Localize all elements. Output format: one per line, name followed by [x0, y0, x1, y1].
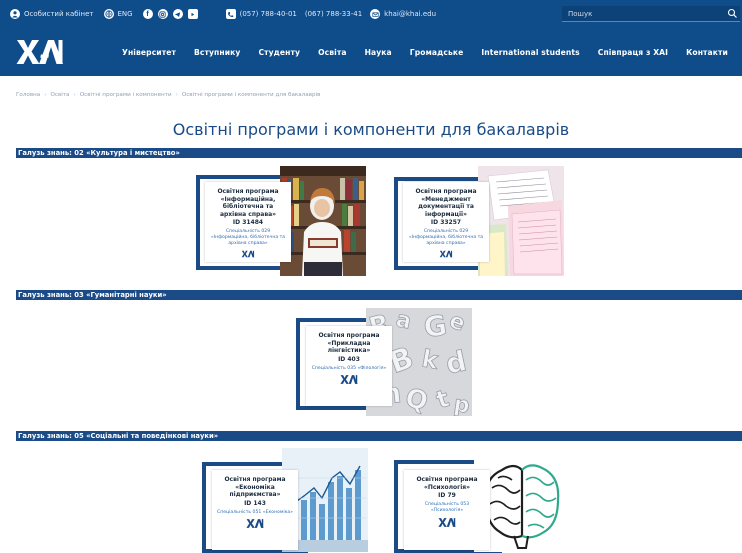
breadcrumb-home[interactable]: Головна [16, 92, 40, 98]
nav-item-student[interactable]: Студенту [249, 48, 309, 57]
card-code: ID 31484 [232, 219, 264, 226]
card-title: Освітня програма «Менеджмент документаці… [415, 188, 477, 218]
phone-1-link[interactable]: (057) 788-40-01 [225, 9, 297, 19]
facebook-icon[interactable]: f [142, 9, 153, 19]
nav-item-public[interactable]: Громадське [401, 48, 473, 57]
breadcrumb-separator: › [73, 92, 76, 98]
khai-logo-icon [438, 518, 456, 527]
breadcrumb-separator: › [44, 92, 47, 98]
section-header-culture: Галузь знань: 02 «Культура і мистецтво» [16, 148, 742, 158]
card-code: ID 403 [338, 355, 360, 363]
card-panel: Освітня програма «Менеджмент документаці… [403, 182, 489, 262]
search-placeholder: Пошук [568, 9, 593, 18]
card-title: Освітня програма «Економіка підприємства… [224, 476, 286, 498]
breadcrumb: Головна › Освіта › Освітні програми і ко… [16, 92, 320, 98]
card-photo-library [280, 166, 366, 276]
phone-1-text: (057) 788-40-01 [239, 10, 297, 18]
khai-logo-icon [439, 250, 453, 258]
khai-logo-icon [241, 250, 255, 258]
phone-2-link[interactable]: (067) 788-33-41 [305, 9, 362, 19]
nav-item-university[interactable]: Університет [113, 48, 185, 57]
khai-logo[interactable] [16, 37, 64, 67]
svg-text:G: G [422, 308, 449, 344]
phone-icon [225, 9, 236, 19]
card-title: Освітня програма «Психологія» [416, 476, 478, 491]
email-text: khai@khai.edu [384, 10, 437, 18]
khai-logo-icon [340, 375, 358, 385]
social-links: f [142, 9, 198, 19]
section-header-humanities: Галузь знань: 03 «Гуманітарні науки» [16, 290, 742, 300]
card-specialty: Спеціальність 029 «Інформаційна, бібліот… [210, 229, 286, 246]
card-panel: Освітня програма «Інформаційна, бібліоте… [205, 182, 291, 262]
nav-item-cooperation[interactable]: Співпраця з ХАІ [589, 48, 677, 57]
language-switch[interactable]: ENG [103, 9, 133, 19]
main-navbar: Університет Вступнику Студенту Освіта На… [0, 28, 742, 76]
nav-item-science[interactable]: Наука [356, 48, 401, 57]
contact-info: (057) 788-40-01 (067) 788-33-41 khai@kha… [225, 9, 436, 19]
telegram-icon[interactable] [172, 9, 183, 19]
card-photo-documents [478, 166, 564, 276]
youtube-icon[interactable] [187, 9, 198, 19]
card-title: Освітня програма «Інформаційна, бібліоте… [217, 188, 279, 218]
nav-item-international[interactable]: International students [472, 48, 588, 57]
page-title: Освітні програми і компоненти для бакала… [172, 120, 570, 139]
breadcrumb-programs[interactable]: Освітні програми і компоненти [80, 92, 172, 98]
nav-item-contacts[interactable]: Контакти [677, 48, 737, 57]
card-title: Освітня програма «Прикладна лінгвістика» [318, 332, 380, 354]
card-specialty: Спеціальність 029 «Інформаційна, бібліот… [408, 229, 484, 246]
section-header-social: Галузь знань: 05 «Соціальні та поведінко… [16, 431, 742, 441]
main-nav: Університет Вступнику Студенту Освіта На… [113, 28, 737, 76]
language-label: ENG [117, 10, 133, 18]
card-specialty: Спеціальність 053 «Психологія» [424, 502, 470, 513]
nav-item-applicant[interactable]: Вступнику [185, 48, 249, 57]
user-icon [10, 9, 20, 19]
card-panel: Освітня програма «Економіка підприємства… [212, 470, 298, 550]
card-specialty: Спеціальність 035 «Філологія» [311, 365, 387, 371]
card-panel: Освітня програма «Психологія» ID 79 Спец… [404, 470, 490, 550]
svg-text:p: p [452, 392, 471, 416]
instagram-icon[interactable] [157, 9, 168, 19]
phone-2-text: (067) 788-33-41 [304, 10, 363, 18]
card-code: ID 79 [438, 492, 456, 499]
search-icon[interactable] [727, 8, 738, 19]
breadcrumb-education[interactable]: Освіта [50, 92, 69, 98]
search-input[interactable]: Пошук [562, 6, 740, 22]
card-code: ID 143 [244, 499, 266, 507]
card-panel: Освітня програма «Прикладна лінгвістика»… [306, 326, 392, 406]
khai-logo-icon [246, 519, 264, 529]
breadcrumb-current: Освітні програми і компоненти для бакала… [181, 92, 321, 98]
mail-icon [370, 9, 381, 19]
card-code: ID 33257 [430, 219, 462, 226]
card-specialty: Спеціальність 051 «Економіка» [216, 509, 294, 515]
personal-cabinet-label: Особистий кабінет [24, 10, 94, 18]
breadcrumb-separator: › [175, 92, 178, 98]
nav-item-education[interactable]: Освіта [309, 48, 356, 57]
personal-cabinet-link[interactable]: Особистий кабінет [10, 9, 94, 19]
globe-icon [103, 9, 114, 19]
email-link[interactable]: khai@khai.edu [370, 9, 436, 19]
